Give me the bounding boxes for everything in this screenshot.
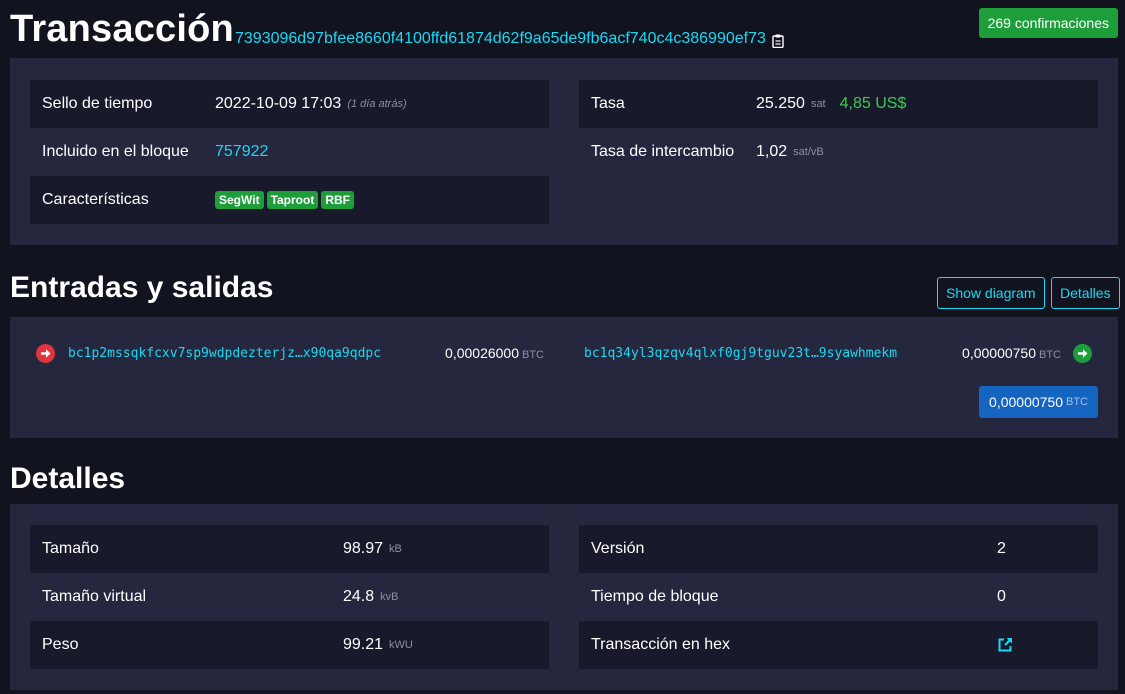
output-row: bc1q34yl3qzqv4qlxf0gj9tguv23t…9syawhmekm… xyxy=(584,342,1092,364)
timestamp-row: Sello de tiempo 2022-10-09 17:03 (1 día … xyxy=(30,80,549,128)
txid-link[interactable]: 7393096d97bfee8660f4100ffd61874d62f9a65d… xyxy=(235,30,766,48)
total-amount-box: 0,00000750 BTC xyxy=(979,386,1098,418)
fee-usd: 4,85 US$ xyxy=(839,95,907,112)
fee-rate-row: Tasa de intercambio 1,02 sat/vB xyxy=(579,128,1098,176)
input-amount-unit: BTC xyxy=(522,349,544,361)
hex-row: Transacción en hex xyxy=(579,621,1098,669)
total-amount-unit: BTC xyxy=(1066,396,1088,408)
timestamp-ago: (1 día atrás) xyxy=(347,98,407,110)
external-link-icon[interactable] xyxy=(997,637,1013,653)
weight-row: Peso 99.21 kWU xyxy=(30,621,549,669)
confirmations-badge: 269 confirmaciones xyxy=(978,8,1118,38)
block-label: Incluido en el bloque xyxy=(42,143,189,160)
size-label: Tamaño xyxy=(42,540,99,557)
timestamp-label: Sello de tiempo xyxy=(42,95,153,112)
details-panel: Tamaño 98.97 kB Tamaño virtual 24.8 kvB … xyxy=(10,504,1118,690)
summary-left-column: Sello de tiempo 2022-10-09 17:03 (1 día … xyxy=(30,80,549,224)
features-row: Características SegWit Taproot RBF xyxy=(30,176,549,224)
total-amount-value: 0,00000750 xyxy=(989,394,1063,410)
version-row: Versión 2 xyxy=(579,525,1098,573)
output-arrow-icon[interactable] xyxy=(1073,343,1092,363)
version-label: Versión xyxy=(591,540,645,557)
weight-value: 99.21 xyxy=(343,636,384,653)
virtual-size-unit: kvB xyxy=(380,591,399,603)
io-panel: bc1p2mssqkfcxv7sp9wdpdezterjz…x90qa9qdpc… xyxy=(10,317,1118,438)
summary-right-column: Tasa 25.250 sat 4,85 US$ Tasa de interca… xyxy=(579,80,1098,176)
input-row: bc1p2mssqkfcxv7sp9wdpdezterjz…x90qa9qdpc… xyxy=(36,342,544,364)
fee-rate-label: Tasa de intercambio xyxy=(591,143,735,160)
fee-rate-value: 1,02 xyxy=(756,143,788,160)
block-row: Incluido en el bloque 757922 xyxy=(30,128,549,176)
clipboard-icon[interactable] xyxy=(772,34,784,49)
details-right-column: Versión 2 Tiempo de bloque 0 Transacción… xyxy=(579,525,1098,669)
segwit-badge[interactable]: SegWit xyxy=(215,191,264,209)
details-left-column: Tamaño 98.97 kB Tamaño virtual 24.8 kvB … xyxy=(30,525,549,669)
virtual-size-value: 24.8 xyxy=(343,588,375,605)
summary-panel: Sello de tiempo 2022-10-09 17:03 (1 día … xyxy=(10,58,1118,245)
block-link[interactable]: 757922 xyxy=(215,143,268,161)
features-label: Características xyxy=(42,191,149,208)
details-section-title: Detalles xyxy=(10,462,126,495)
input-arrow-icon[interactable] xyxy=(36,343,55,363)
fee-unit: sat xyxy=(810,98,826,110)
output-address-link[interactable]: bc1q34yl3qzqv4qlxf0gj9tguv23t…9syawhmekm xyxy=(584,346,897,361)
output-amount-unit: BTC xyxy=(1039,349,1061,361)
output-amount: 0,00000750 BTC xyxy=(962,345,1061,361)
page-title: Transacción xyxy=(10,8,234,50)
input-amount: 0,00026000 BTC xyxy=(445,345,544,361)
locktime-value: 0 xyxy=(997,588,1006,605)
size-unit: kB xyxy=(389,543,402,555)
weight-unit: kWU xyxy=(389,639,413,651)
details-button[interactable]: Detalles xyxy=(1051,277,1120,309)
virtual-size-row: Tamaño virtual 24.8 kvB xyxy=(30,573,549,621)
show-diagram-button[interactable]: Show diagram xyxy=(937,277,1045,309)
size-row: Tamaño 98.97 kB xyxy=(30,525,549,573)
timestamp-value: 2022-10-09 17:03 xyxy=(215,95,342,112)
locktime-label: Tiempo de bloque xyxy=(591,588,719,605)
input-amount-value: 0,00026000 xyxy=(445,345,519,361)
fee-value: 25.250 xyxy=(756,95,805,112)
virtual-size-label: Tamaño virtual xyxy=(42,588,147,605)
transaction-header: Transacción 7393096d97bfee8660f4100ffd61… xyxy=(10,8,1118,56)
taproot-badge[interactable]: Taproot xyxy=(266,191,319,209)
txid[interactable]: 7393096d97bfee8660f4100ffd61874d62f9a65d… xyxy=(235,30,784,49)
size-value: 98.97 xyxy=(343,540,384,557)
rbf-badge[interactable]: RBF xyxy=(321,191,355,209)
input-address-link[interactable]: bc1p2mssqkfcxv7sp9wdpdezterjz…x90qa9qdpc xyxy=(68,346,381,361)
io-section-title: Entradas y salidas xyxy=(10,271,274,304)
fee-rate-unit: sat/vB xyxy=(793,146,824,158)
fee-row: Tasa 25.250 sat 4,85 US$ xyxy=(579,80,1098,128)
version-value: 2 xyxy=(997,540,1006,557)
hex-label: Transacción en hex xyxy=(591,636,731,653)
fee-label: Tasa xyxy=(591,95,625,112)
weight-label: Peso xyxy=(42,636,79,653)
locktime-row: Tiempo de bloque 0 xyxy=(579,573,1098,621)
output-amount-value: 0,00000750 xyxy=(962,345,1036,361)
